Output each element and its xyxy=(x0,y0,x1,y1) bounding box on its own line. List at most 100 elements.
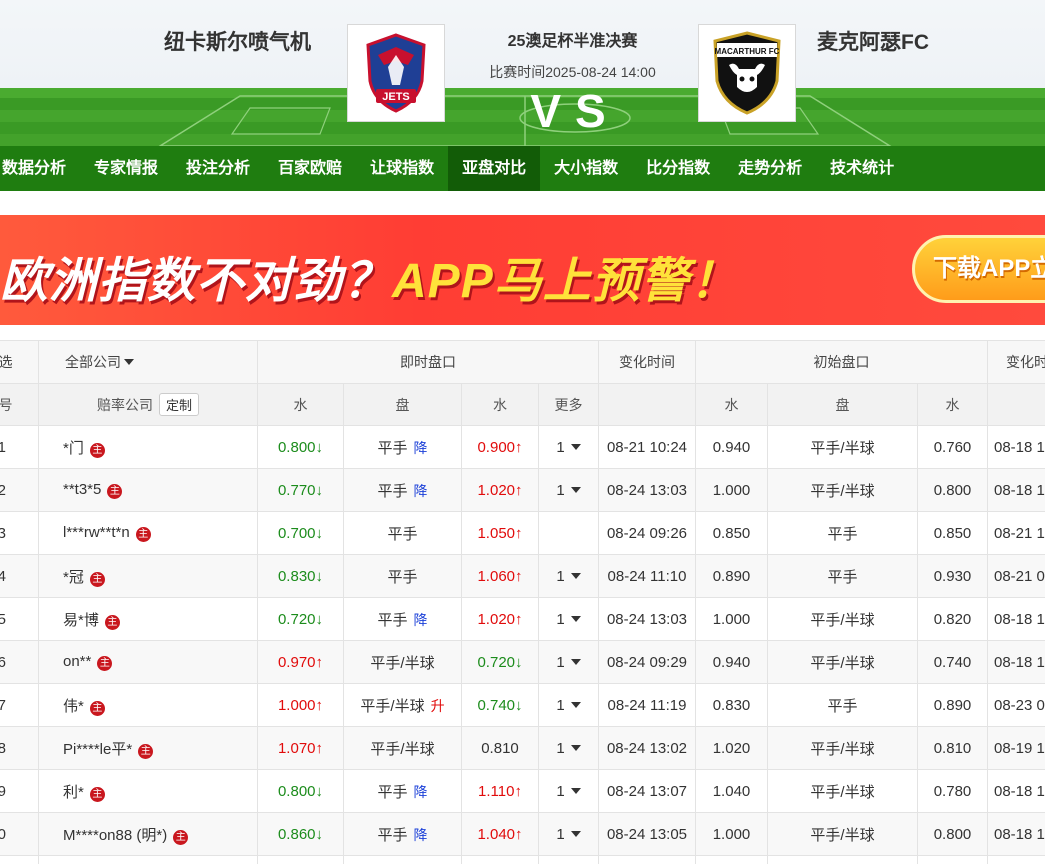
live-water2[interactable]: 0.810 xyxy=(461,726,539,770)
home-team-name[interactable]: 纽卡斯尔喷气机 xyxy=(164,26,311,56)
company-cell[interactable]: Pi****le平* 主 xyxy=(38,726,258,770)
main-badge: 主 xyxy=(89,786,105,802)
live-water1[interactable]: 0.800↓ xyxy=(257,425,344,469)
row-select[interactable]: 10 xyxy=(0,812,39,856)
download-app-button[interactable]: 下载APP立 xyxy=(912,235,1045,303)
main-badge: 主 xyxy=(107,484,123,499)
live-water2[interactable]: 0.900↑ xyxy=(461,425,539,469)
more-dropdown[interactable]: 1 xyxy=(556,740,581,757)
more-dropdown[interactable]: 1 xyxy=(556,654,581,671)
row-select[interactable]: 1 xyxy=(0,425,39,469)
live-water2[interactable]: 1.040↑ xyxy=(461,812,539,856)
empty-cell xyxy=(0,855,39,864)
more-dropdown[interactable]: 1 xyxy=(556,568,581,585)
live-handicap: 平手降 xyxy=(343,812,462,856)
arrow-up-icon: ↑ xyxy=(515,610,523,628)
company-name: on** xyxy=(63,653,92,670)
main-badge: 主 xyxy=(135,527,151,542)
time2-subheader xyxy=(987,383,1045,426)
table-row: 1*门主0.800↓平手降0.900↑108-21 10:240.940平手/半… xyxy=(0,425,1045,469)
company-cell[interactable]: l***rw**t*n 主 xyxy=(38,511,258,555)
more-dropdown[interactable]: 1 xyxy=(556,826,581,843)
arrow-up-icon: ↑ xyxy=(515,438,523,456)
more-dropdown[interactable]: 1 xyxy=(556,611,581,628)
nav-item-euro-odds[interactable]: 百家欧赔 xyxy=(264,146,356,191)
all-companies-dropdown[interactable]: 全部公司 xyxy=(38,340,258,384)
init-water2: 0.810 xyxy=(917,726,988,770)
more-cell: 1 xyxy=(538,640,599,684)
company-cell[interactable]: 伟* 主 xyxy=(38,683,258,727)
live-water1[interactable]: 1.000↑ xyxy=(257,683,344,727)
custom-button[interactable]: 定制 xyxy=(158,393,199,416)
away-team-name[interactable]: 麦克阿瑟FC xyxy=(817,26,929,56)
nav-item-over-under[interactable]: 大小指数 xyxy=(540,146,632,191)
app-promo-banner[interactable]: 欧洲指数不对劲？APP马上预警！ 下载APP立 xyxy=(0,215,1045,325)
company-cell[interactable]: **t3*5 主 xyxy=(38,468,258,512)
live-water2[interactable]: 1.020↑ xyxy=(461,597,539,641)
handicap-header: 盘 xyxy=(343,383,462,426)
away-team-logo[interactable]: MACARTHUR FC xyxy=(698,24,796,122)
row-select[interactable]: 6 xyxy=(0,640,39,684)
row-select[interactable]: 2 xyxy=(0,468,39,512)
live-water1[interactable]: 0.770↓ xyxy=(257,468,344,512)
company-cell[interactable]: 易*博主 xyxy=(38,597,258,641)
row-select[interactable]: 5 xyxy=(0,597,39,641)
live-water1[interactable]: 0.700↓ xyxy=(257,511,344,555)
live-handicap-value: 平手 xyxy=(377,611,408,629)
live-water2[interactable]: 1.110↑ xyxy=(461,769,539,813)
nav-item-expert-info[interactable]: 专家情报 xyxy=(80,146,172,191)
row-select[interactable]: 3 xyxy=(0,511,39,555)
nav-item-tech-stats[interactable]: 技术统计 xyxy=(816,146,908,191)
live-water1[interactable]: 1.070↑ xyxy=(257,726,344,770)
company-cell[interactable]: *门主 xyxy=(38,425,258,469)
more-dropdown[interactable]: 1 xyxy=(556,439,581,456)
row-select[interactable]: 4 xyxy=(0,554,39,598)
init-water2: 0.930 xyxy=(917,554,988,598)
nav-item-score-index[interactable]: 比分指数 xyxy=(632,146,724,191)
bull-crest-icon: MACARTHUR FC xyxy=(713,31,781,115)
live-water2[interactable]: 1.050↑ xyxy=(461,511,539,555)
live-water2[interactable]: 1.060↑ xyxy=(461,554,539,598)
live-handicap-value: 平手/半球 xyxy=(370,740,435,758)
match-title: 25澳足杯半准决赛 xyxy=(507,33,638,50)
company-cell[interactable]: *冠主 xyxy=(38,554,258,598)
jets-shield-icon: JETS xyxy=(366,33,426,113)
home-team-logo[interactable]: JETS xyxy=(347,24,445,122)
change-time: 08-21 10:24 xyxy=(598,425,696,469)
more-cell: 1 xyxy=(538,769,599,813)
more-count: 1 xyxy=(556,696,565,714)
more-cell: 1 xyxy=(538,683,599,727)
nav-item-trend-analysis[interactable]: 走势分析 xyxy=(724,146,816,191)
init-water1: 1.040 xyxy=(695,769,768,813)
live-water2[interactable]: 0.720↓ xyxy=(461,640,539,684)
live-water2-value: 1.050 xyxy=(477,524,516,542)
more-dropdown[interactable]: 1 xyxy=(556,783,581,800)
live-water1[interactable]: 0.800↓ xyxy=(257,769,344,813)
row-select[interactable]: 9 xyxy=(0,769,39,813)
nav-item-data-analysis[interactable]: 数据分析 xyxy=(0,146,80,191)
init-water1: 1.000 xyxy=(695,812,768,856)
row-select[interactable]: 8 xyxy=(0,726,39,770)
company-cell[interactable]: on** 主 xyxy=(38,640,258,684)
nav-item-betting-analysis[interactable]: 投注分析 xyxy=(172,146,264,191)
live-water1[interactable]: 0.970↑ xyxy=(257,640,344,684)
live-water2[interactable]: 0.740↓ xyxy=(461,683,539,727)
change-time2: 08-18 1 xyxy=(987,812,1045,856)
live-water1-value: 0.720 xyxy=(277,610,316,628)
nav-item-asian-handicap[interactable]: 亚盘对比 xyxy=(448,146,541,191)
more-dropdown[interactable]: 1 xyxy=(556,482,581,499)
live-water1[interactable]: 0.860↓ xyxy=(257,812,344,856)
company-cell[interactable]: 利* 主 xyxy=(38,769,258,813)
chevron-down-icon xyxy=(570,701,581,708)
init-water2: 0.820 xyxy=(917,597,988,641)
more-dropdown[interactable]: 1 xyxy=(556,696,581,714)
live-water1[interactable]: 0.720↓ xyxy=(257,597,344,641)
empty-cell xyxy=(461,855,539,864)
nav-item-handicap-index[interactable]: 让球指数 xyxy=(356,146,448,191)
row-select[interactable]: 7 xyxy=(0,683,39,727)
live-water1[interactable]: 0.830↓ xyxy=(257,554,344,598)
live-handicap: 平手 xyxy=(343,554,462,598)
live-water2[interactable]: 1.020↑ xyxy=(461,468,539,512)
company-cell[interactable]: M****on88 (明*) 主 xyxy=(38,812,258,856)
svg-text:MACARTHUR FC: MACARTHUR FC xyxy=(715,47,780,56)
